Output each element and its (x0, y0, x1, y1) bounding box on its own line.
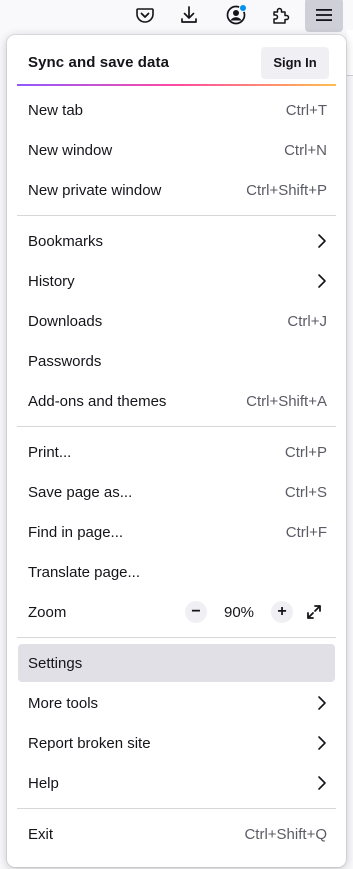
zoom-out-button[interactable]: − (185, 601, 207, 623)
menu-item-label: New window (28, 141, 113, 159)
menu-item-label: Report broken site (28, 734, 151, 752)
extensions-button[interactable] (264, 0, 298, 30)
menu-item-shortcut: Ctrl+F (285, 523, 327, 541)
account-icon (226, 4, 247, 25)
menu-item-label: Downloads (28, 312, 103, 330)
sign-in-button[interactable]: Sign In (261, 46, 329, 79)
menu-item-label: Add-ons and themes (28, 392, 167, 410)
chevron-right-icon (317, 273, 327, 289)
menu-item-zoom: Zoom − 90% + (18, 593, 335, 631)
menu-item-label: Translate page... (28, 563, 141, 581)
menu-item-print[interactable]: Print... Ctrl+P (18, 433, 335, 471)
chevron-right-icon (317, 735, 327, 751)
menu-item-label: Exit (28, 825, 54, 843)
menu-item-label: Passwords (28, 352, 102, 370)
sync-label[interactable]: Sync and save data (28, 54, 169, 71)
app-menu-button[interactable] (305, 0, 343, 32)
menu-separator (17, 426, 336, 427)
menu-item-find-in-page[interactable]: Find in page... Ctrl+F (18, 513, 335, 551)
menu-item-addons-and-themes[interactable]: Add-ons and themes Ctrl+Shift+A (18, 382, 335, 420)
menu-item-downloads[interactable]: Downloads Ctrl+J (18, 302, 335, 340)
menu-item-shortcut: Ctrl+Shift+A (246, 392, 327, 410)
menu-item-translate-page[interactable]: Translate page... (18, 553, 335, 591)
menu-separator (17, 215, 336, 216)
menu-item-shortcut: Ctrl+Shift+Q (244, 825, 327, 843)
menu-item-passwords[interactable]: Passwords (18, 342, 335, 380)
menu-item-help[interactable]: Help (18, 764, 335, 802)
menu-item-save-page-as[interactable]: Save page as... Ctrl+S (18, 473, 335, 511)
menu-item-label: Find in page... (28, 523, 124, 541)
downloads-button[interactable] (172, 0, 206, 30)
account-button[interactable] (219, 0, 253, 30)
zoom-controls: − 90% + (185, 599, 327, 625)
menu-item-exit[interactable]: Exit Ctrl+Shift+Q (18, 815, 335, 853)
menu-separator (17, 808, 336, 809)
menu-item-more-tools[interactable]: More tools (18, 684, 335, 722)
menu-item-label: Save page as... (28, 483, 133, 501)
menu-item-label: Bookmarks (28, 232, 104, 250)
download-icon (181, 6, 197, 23)
menu-separator (17, 637, 336, 638)
fullscreen-button[interactable] (301, 599, 327, 625)
pocket-button[interactable] (128, 0, 162, 30)
menu-item-shortcut: Ctrl+Shift+P (246, 181, 327, 199)
menu-item-shortcut: Ctrl+N (284, 141, 327, 159)
menu-item-label: Help (28, 774, 59, 792)
menu-item-label: Settings (28, 654, 83, 672)
sync-row: Sync and save data Sign In (17, 41, 336, 84)
zoom-in-button[interactable]: + (271, 601, 293, 623)
zoom-level[interactable]: 90% (207, 604, 271, 621)
menu-item-label: More tools (28, 694, 99, 712)
menu-item-shortcut: Ctrl+J (287, 312, 327, 330)
menu-item-new-window[interactable]: New window Ctrl+N (18, 131, 335, 169)
menu-item-new-tab[interactable]: New tab Ctrl+T (18, 91, 335, 129)
app-menu-panel: Sync and save data Sign In New tab Ctrl+… (7, 35, 346, 867)
menu-item-report-broken-site[interactable]: Report broken site (18, 724, 335, 762)
extensions-icon (273, 7, 290, 24)
menu-item-label: History (28, 272, 75, 290)
menu-item-label: Zoom (28, 603, 67, 621)
fullscreen-icon (307, 605, 321, 619)
menu-item-bookmarks[interactable]: Bookmarks (18, 222, 335, 260)
hamburger-menu-icon (316, 9, 332, 21)
menu-item-shortcut: Ctrl+P (284, 443, 327, 461)
sync-divider (17, 84, 336, 86)
menu-item-shortcut: Ctrl+T (285, 101, 327, 119)
menu-item-history[interactable]: History (18, 262, 335, 300)
menu-item-settings[interactable]: Settings (18, 644, 335, 682)
menu-item-new-private-window[interactable]: New private window Ctrl+Shift+P (18, 171, 335, 209)
browser-toolbar (0, 0, 353, 32)
menu-item-label: New tab (28, 101, 84, 119)
menu-item-shortcut: Ctrl+S (284, 483, 327, 501)
chevron-right-icon (317, 775, 327, 791)
page-edge (347, 30, 353, 76)
menu-item-label: New private window (28, 181, 162, 199)
menu-item-label: Print... (28, 443, 72, 461)
pocket-icon (136, 8, 154, 23)
chevron-right-icon (317, 233, 327, 249)
chevron-right-icon (317, 695, 327, 711)
